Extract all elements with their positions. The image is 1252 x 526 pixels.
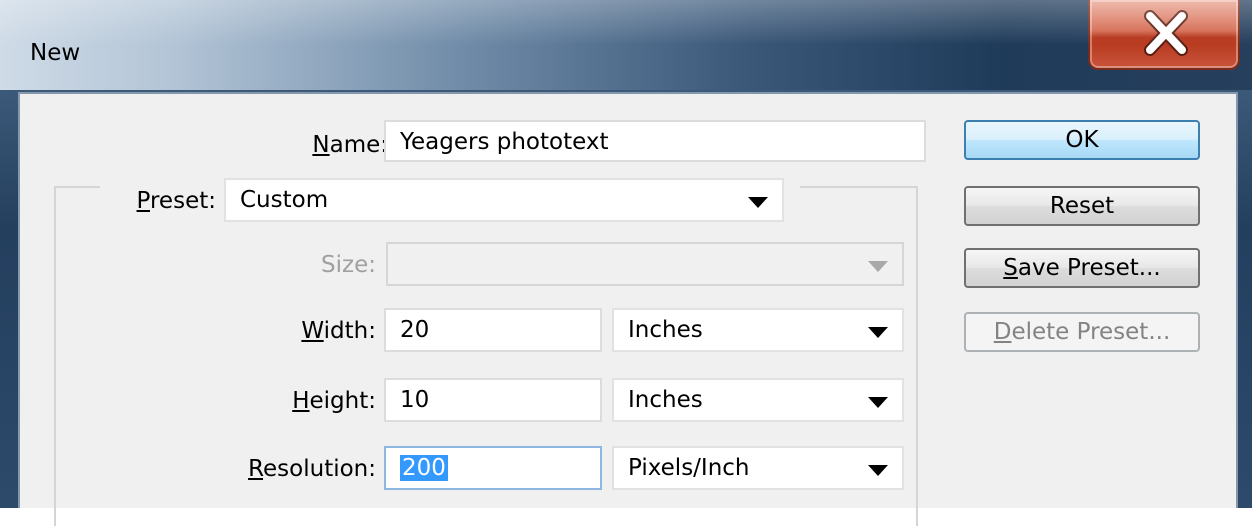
width-label: Width:	[260, 318, 376, 344]
window-title: New	[30, 40, 81, 66]
resolution-input[interactable]: 200	[384, 446, 602, 490]
preset-label: Preset:	[110, 188, 216, 214]
width-unit-dropdown[interactable]: Inches	[612, 308, 904, 352]
preset-label-rest: reset:	[149, 188, 216, 214]
preset-dropdown[interactable]: Custom	[224, 178, 784, 222]
resolution-unit-value: Pixels/Inch	[628, 455, 750, 481]
size-dropdown	[386, 242, 904, 286]
delete-preset-button: Delete Preset...	[964, 312, 1200, 352]
width-unit-value: Inches	[628, 317, 703, 343]
save-preset-button[interactable]: Save Preset...	[964, 248, 1200, 288]
reset-button[interactable]: Reset	[964, 186, 1200, 226]
chevron-down-icon	[868, 327, 888, 338]
preset-label-mnemonic: P	[136, 188, 150, 214]
delete-preset-mnemonic: D	[993, 319, 1012, 345]
chevron-down-icon	[868, 261, 888, 272]
height-input[interactable]: 10	[384, 378, 602, 422]
height-label: Height:	[250, 388, 376, 414]
height-label-mnemonic: H	[292, 388, 310, 414]
preset-value: Custom	[240, 187, 329, 213]
save-preset-rest: ave Preset...	[1017, 255, 1161, 281]
width-label-rest: idth:	[323, 318, 376, 344]
resolution-label-mnemonic: R	[248, 456, 264, 482]
dialog-body: Name: Yeagers phototext Preset: Custom S…	[18, 92, 1238, 526]
width-label-mnemonic: W	[301, 318, 324, 344]
title-bar[interactable]: New	[0, 0, 1252, 90]
close-icon	[1144, 10, 1188, 56]
name-input[interactable]: Yeagers phototext	[384, 120, 926, 162]
resolution-unit-dropdown[interactable]: Pixels/Inch	[612, 446, 904, 490]
name-label: Name:	[280, 132, 388, 158]
width-input[interactable]: 20	[384, 308, 602, 352]
resolution-label-rest: esolution:	[263, 456, 376, 482]
save-preset-mnemonic: S	[1003, 255, 1018, 281]
height-label-rest: eight:	[309, 388, 376, 414]
height-unit-dropdown[interactable]: Inches	[612, 378, 904, 422]
chevron-down-icon	[748, 197, 768, 208]
close-button[interactable]	[1088, 0, 1240, 70]
name-label-rest: ame:	[329, 132, 388, 158]
chevron-down-icon	[868, 465, 888, 476]
name-label-mnemonic: N	[312, 132, 330, 158]
delete-preset-rest: elete Preset...	[1011, 319, 1171, 345]
chevron-down-icon	[868, 397, 888, 408]
resolution-label: Resolution:	[220, 456, 376, 482]
dialog-window: New Name: Yeagers phototext Preset: Cust…	[0, 0, 1252, 526]
ok-button[interactable]: OK	[964, 120, 1200, 160]
height-unit-value: Inches	[628, 387, 703, 413]
size-label: Size:	[321, 252, 376, 278]
resolution-selected-text: 200	[400, 455, 448, 481]
